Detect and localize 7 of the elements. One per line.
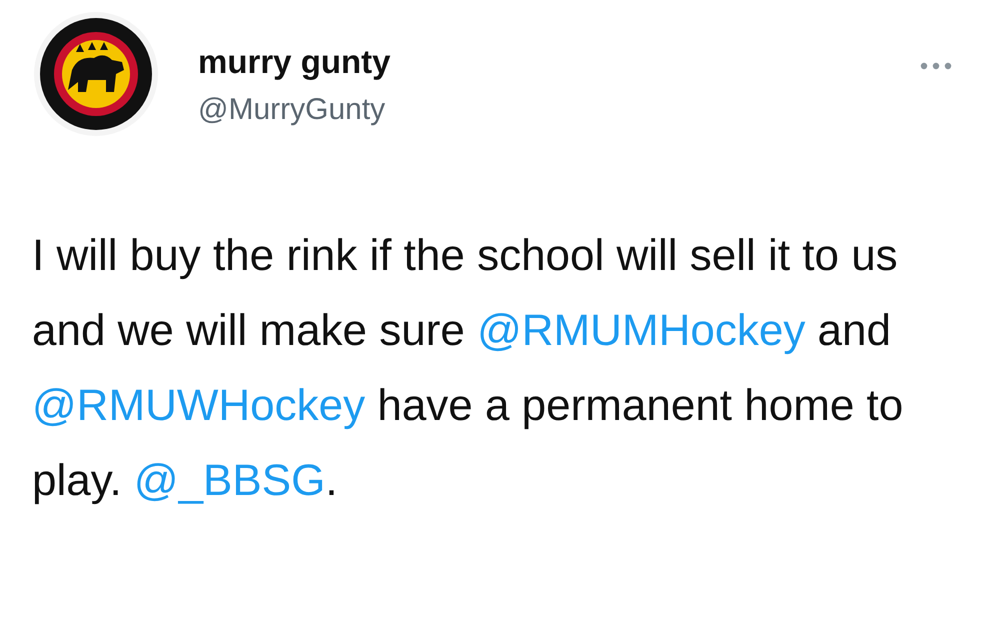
mention-link[interactable]: @RMUMHockey [477,306,806,355]
display-name: murry gunty [198,43,392,81]
mention-link[interactable]: @RMUWHockey [32,381,366,430]
username: @MurryGunty [198,93,386,127]
more-icon[interactable] [920,62,952,70]
tweet-text: I will buy the rink if the school will sell it to us and we will make sure @RMUMHockey and @RMUWHockey have a permanent home to play. @_BBSG. [32,230,904,507]
mention-link[interactable]: @_BBSG [134,456,326,505]
